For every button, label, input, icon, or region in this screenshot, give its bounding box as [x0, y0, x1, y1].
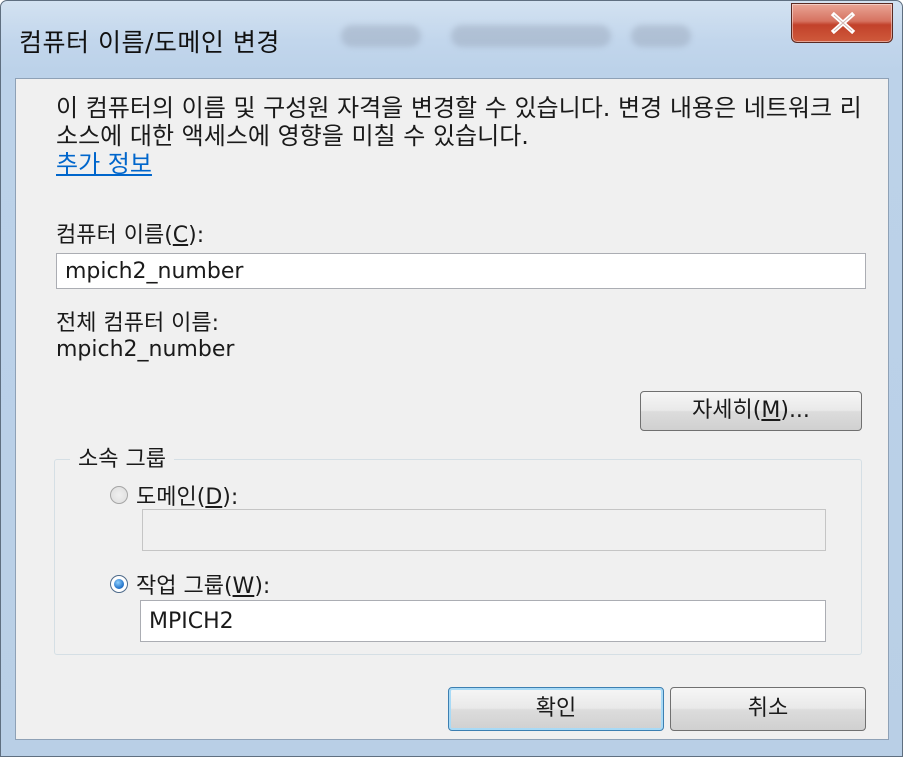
title-bar[interactable]: 컴퓨터 이름/도메인 변경 — [1, 1, 902, 77]
more-info-link[interactable]: 추가 정보 — [56, 150, 152, 178]
cancel-button[interactable]: 취소 — [670, 687, 866, 731]
workgroup-radio[interactable] — [110, 575, 128, 593]
domain-input[interactable] — [142, 509, 826, 551]
title-bar-glass — [631, 25, 691, 47]
description-text: 이 컴퓨터의 이름 및 구성원 자격을 변경할 수 있습니다. 변경 내용은 네… — [56, 94, 876, 178]
dialog-window: 컴퓨터 이름/도메인 변경 이 컴퓨터의 이름 및 구성원 자격을 변경할 수 … — [0, 0, 903, 757]
workgroup-label: 작업 그룹(W): — [136, 574, 271, 599]
description-body: 이 컴퓨터의 이름 및 구성원 자격을 변경할 수 있습니다. 변경 내용은 네… — [56, 94, 862, 150]
domain-radio[interactable] — [110, 486, 128, 504]
close-icon — [830, 12, 856, 34]
full-computer-name-label: 전체 컴퓨터 이름: — [56, 311, 220, 336]
close-button[interactable] — [791, 3, 893, 43]
window-title: 컴퓨터 이름/도메인 변경 — [19, 28, 280, 57]
member-of-label: 소속 그룹 — [70, 441, 174, 473]
domain-label: 도메인(D): — [136, 485, 239, 510]
ok-button[interactable]: 확인 — [448, 687, 664, 731]
computer-name-input[interactable] — [56, 253, 866, 289]
dialog-client-area: 이 컴퓨터의 이름 및 구성원 자격을 변경할 수 있습니다. 변경 내용은 네… — [15, 78, 889, 740]
title-bar-glass — [451, 25, 611, 47]
computer-name-label: 컴퓨터 이름(C): — [56, 223, 205, 248]
title-bar-glass — [341, 25, 421, 47]
more-button[interactable]: 자세히(M)... — [640, 391, 862, 431]
full-computer-name-value: mpich2_number — [56, 337, 235, 362]
workgroup-input[interactable] — [140, 600, 826, 642]
